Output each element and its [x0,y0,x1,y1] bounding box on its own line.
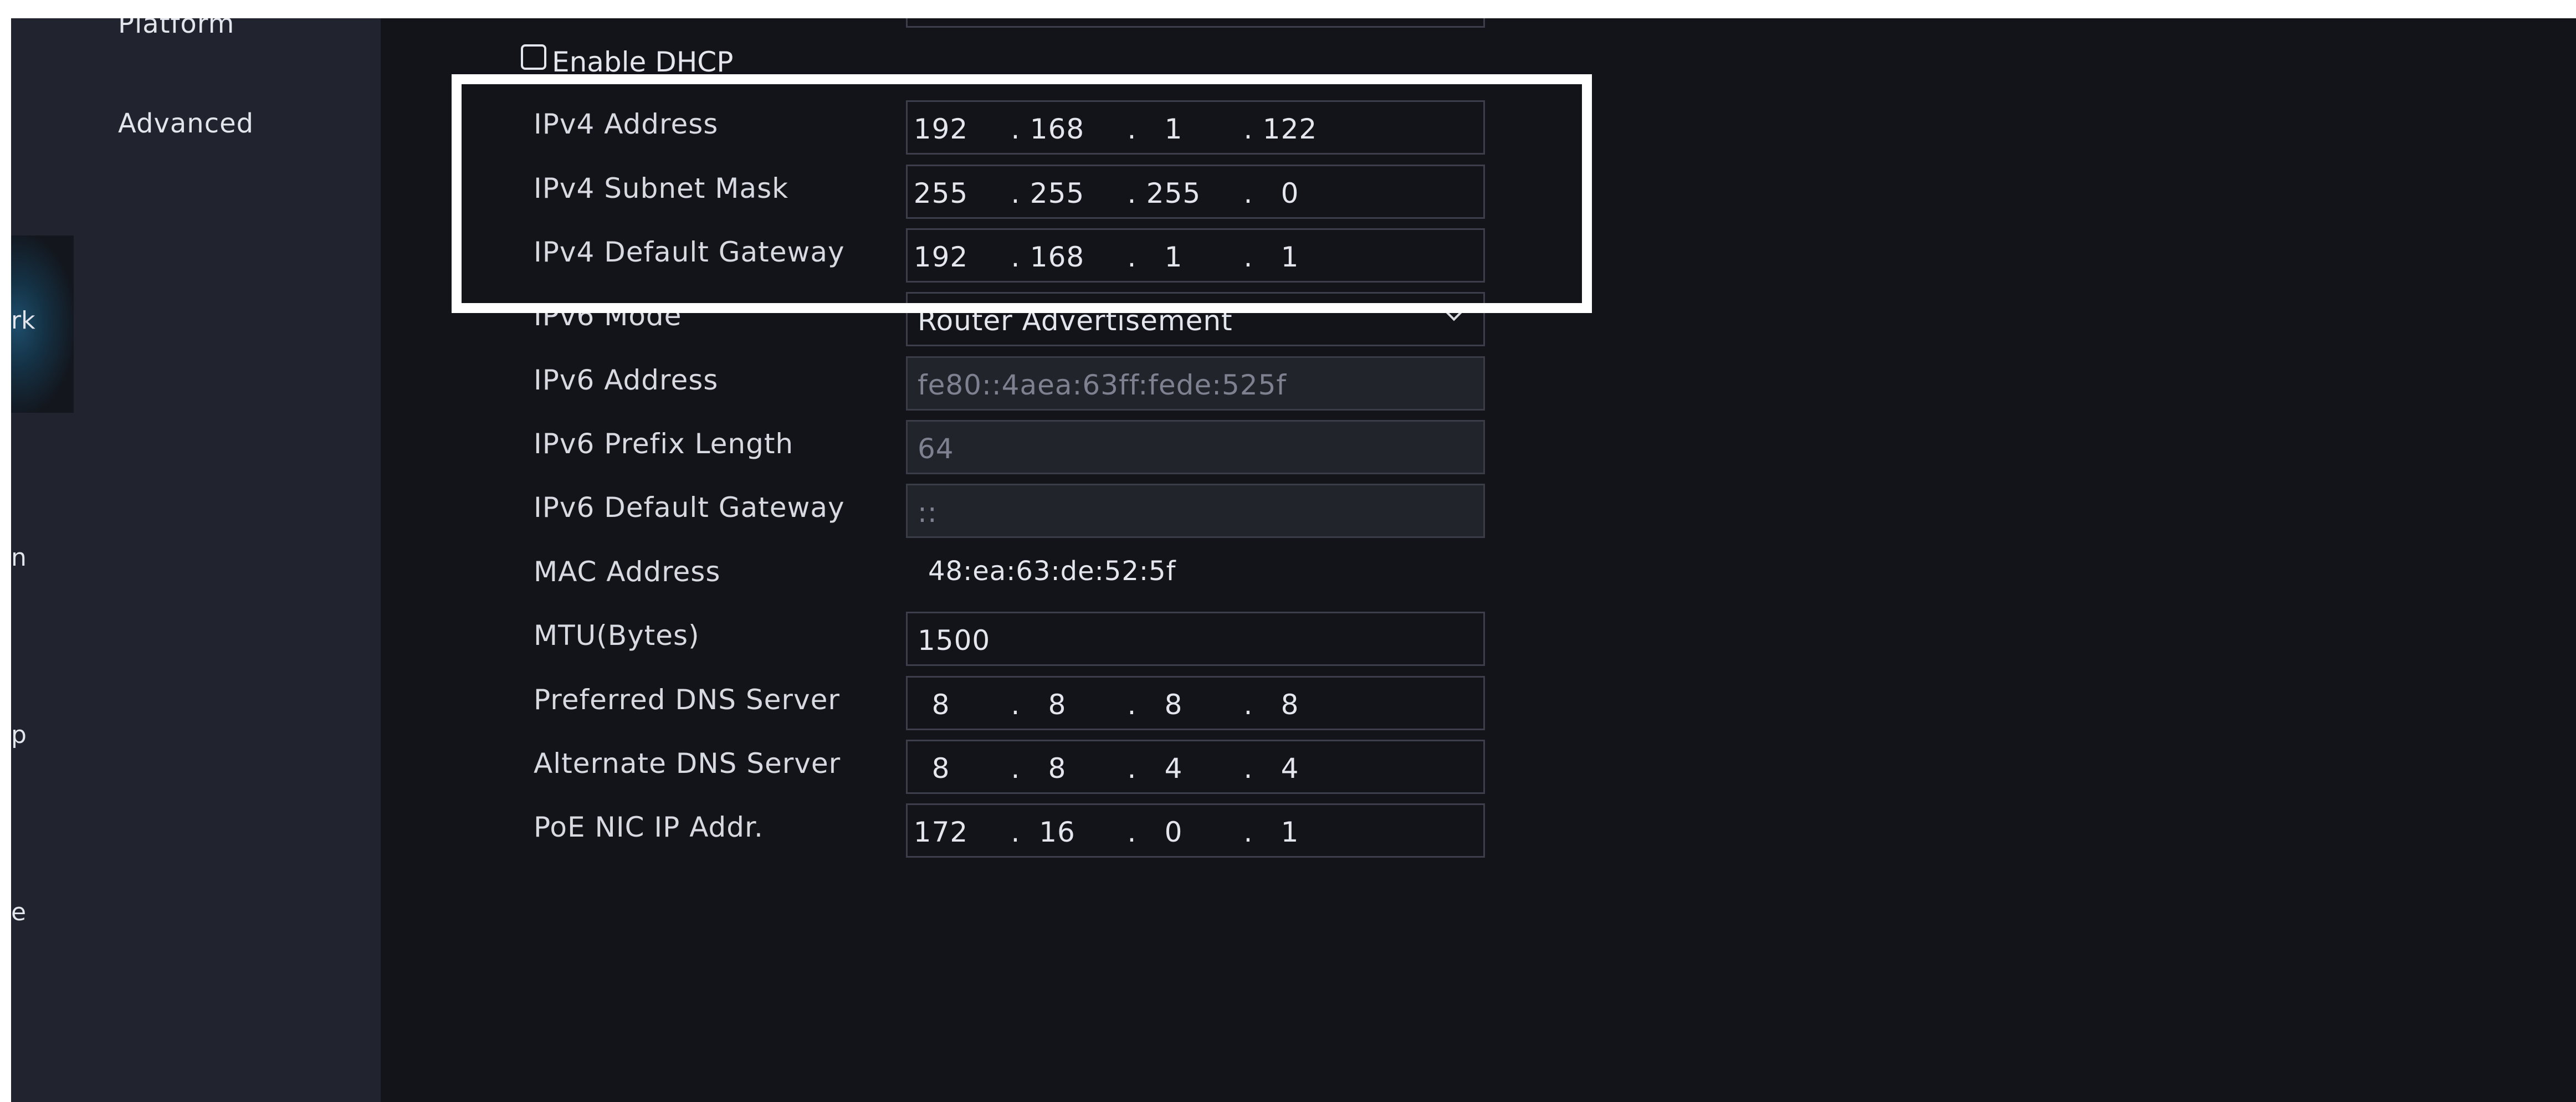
ip-octet[interactable]: 4 [1257,752,1323,785]
ip-separator: . [1127,752,1137,785]
ip-octet[interactable]: 0 [1140,816,1207,848]
ip-separator: . [1011,816,1021,848]
ip-separator: . [1011,177,1021,209]
ip-octet[interactable]: 1 [1257,241,1323,273]
ip-octet[interactable]: 172 [908,816,974,848]
ip-separator: . [1011,689,1021,721]
ipv6-default-gateway-label: IPv6 Default Gateway [534,491,845,524]
mtu-value: 1500 [918,624,991,657]
ipv6-prefix-length-value: 64 [918,433,954,465]
ipv6-mode-label: IPv6 Mode [534,300,682,332]
ip-octet[interactable]: 16 [1024,816,1090,848]
mtu-label: MTU(Bytes) [534,619,700,652]
ipv6-default-gateway-value: :: [918,496,938,529]
app-screen: rk n p e Platform Advanced Enable DHCP I… [11,18,2576,1102]
rail-item-3[interactable]: p [11,590,74,767]
poe-nic-ip-input[interactable]: 172 . 16 . 0 . 1 [906,803,1485,858]
mac-address-label: MAC Address [534,556,721,588]
ip-separator: . [1011,752,1021,785]
ipv6-address-label: IPv6 Address [534,364,719,396]
ip-octet[interactable]: 8 [1257,689,1323,721]
ip-separator: . [1011,113,1021,145]
ip-octet[interactable]: 8 [1024,752,1090,785]
ip-separator: . [1127,113,1137,145]
ip-octet[interactable]: 255 [908,177,974,209]
ip-separator: . [1243,177,1253,209]
ip-separator: . [1243,689,1253,721]
ip-octet[interactable]: 4 [1140,752,1207,785]
ip-separator: . [1127,241,1137,273]
ipv6-address-value: fe80::4aea:63ff:fede:525f [918,369,1287,401]
ipv6-prefix-length-input[interactable]: 64 [906,420,1485,474]
ip-octet[interactable]: 1 [1140,113,1207,145]
ip-octet[interactable]: 168 [1024,113,1090,145]
rail-item-network-label: rk [11,306,35,335]
ip-separator: . [1127,177,1137,209]
rail-item-2[interactable]: n [11,413,74,590]
ip-separator: . [1243,113,1253,145]
rail-item-2-label: n [11,544,27,572]
ip-octet[interactable]: 192 [908,241,974,273]
ipv6-prefix-length-label: IPv6 Prefix Length [534,428,794,460]
mtu-input[interactable]: 1500 [906,612,1485,666]
ip-octet[interactable]: 8 [1024,689,1090,721]
cropped-field[interactable] [906,18,1485,28]
ip-octet[interactable]: 1 [1257,816,1323,848]
rail-item-network[interactable]: rk [11,235,74,413]
rail-item-3-label: p [11,721,27,749]
rail-item-4-label: e [11,898,27,926]
ipv4-subnet-mask-input[interactable]: 255 . 255 . 255 . 0 [906,165,1485,219]
alternate-dns-label: Alternate DNS Server [534,747,841,780]
ipv4-address-input[interactable]: 192 . 168 . 1 . 122 [906,100,1485,155]
ip-separator: . [1127,816,1137,848]
sub-menu: Platform Advanced [74,18,381,1102]
alternate-dns-input[interactable]: 8 . 8 . 4 . 4 [906,740,1485,794]
ipv4-default-gateway-label: IPv4 Default Gateway [534,236,845,268]
ip-octet[interactable]: 122 [1257,113,1323,145]
mac-address-value: 48:ea:63:de:52:5f [928,556,1176,587]
ipv6-mode-select[interactable]: Router Advertisement [906,292,1485,346]
ipv6-default-gateway-input[interactable]: :: [906,484,1485,538]
ip-separator: . [1243,816,1253,848]
ip-octet[interactable]: 0 [1257,177,1323,209]
ipv6-mode-value: Router Advertisement [918,305,1233,337]
preferred-dns-input[interactable]: 8 . 8 . 8 . 8 [906,676,1485,730]
poe-nic-ip-label: PoE NIC IP Addr. [534,811,764,843]
rail-item-4[interactable]: e [11,767,74,945]
menu-item-advanced[interactable]: Advanced [118,108,254,139]
ip-octet[interactable]: 255 [1140,177,1207,209]
ip-separator: . [1011,241,1021,273]
menu-item-platform[interactable]: Platform [118,18,234,39]
ipv4-default-gateway-input[interactable]: 192 . 168 . 1 . 1 [906,228,1485,283]
ipv4-address-label: IPv4 Address [534,108,719,140]
ipv4-subnet-mask-label: IPv4 Subnet Mask [534,172,789,204]
left-nav-rail: rk n p e [11,18,74,1102]
ipv6-address-input[interactable]: fe80::4aea:63ff:fede:525f [906,356,1485,411]
dhcp-label: Enable DHCP [552,46,734,78]
ip-octet[interactable]: 8 [908,689,974,721]
dhcp-checkbox[interactable] [521,44,546,70]
preferred-dns-label: Preferred DNS Server [534,684,840,716]
ip-octet[interactable]: 168 [1024,241,1090,273]
ip-octet[interactable]: 192 [908,113,974,145]
ip-separator: . [1127,689,1137,721]
ip-separator: . [1243,241,1253,273]
chevron-down-icon[interactable] [1443,300,1464,321]
ip-octet[interactable]: 255 [1024,177,1090,209]
ip-separator: . [1243,752,1253,785]
rail-item-top[interactable] [11,18,74,235]
ip-octet[interactable]: 8 [908,752,974,785]
ip-octet[interactable]: 1 [1140,241,1207,273]
ip-octet[interactable]: 8 [1140,689,1207,721]
rail-item-5[interactable] [11,945,74,1102]
